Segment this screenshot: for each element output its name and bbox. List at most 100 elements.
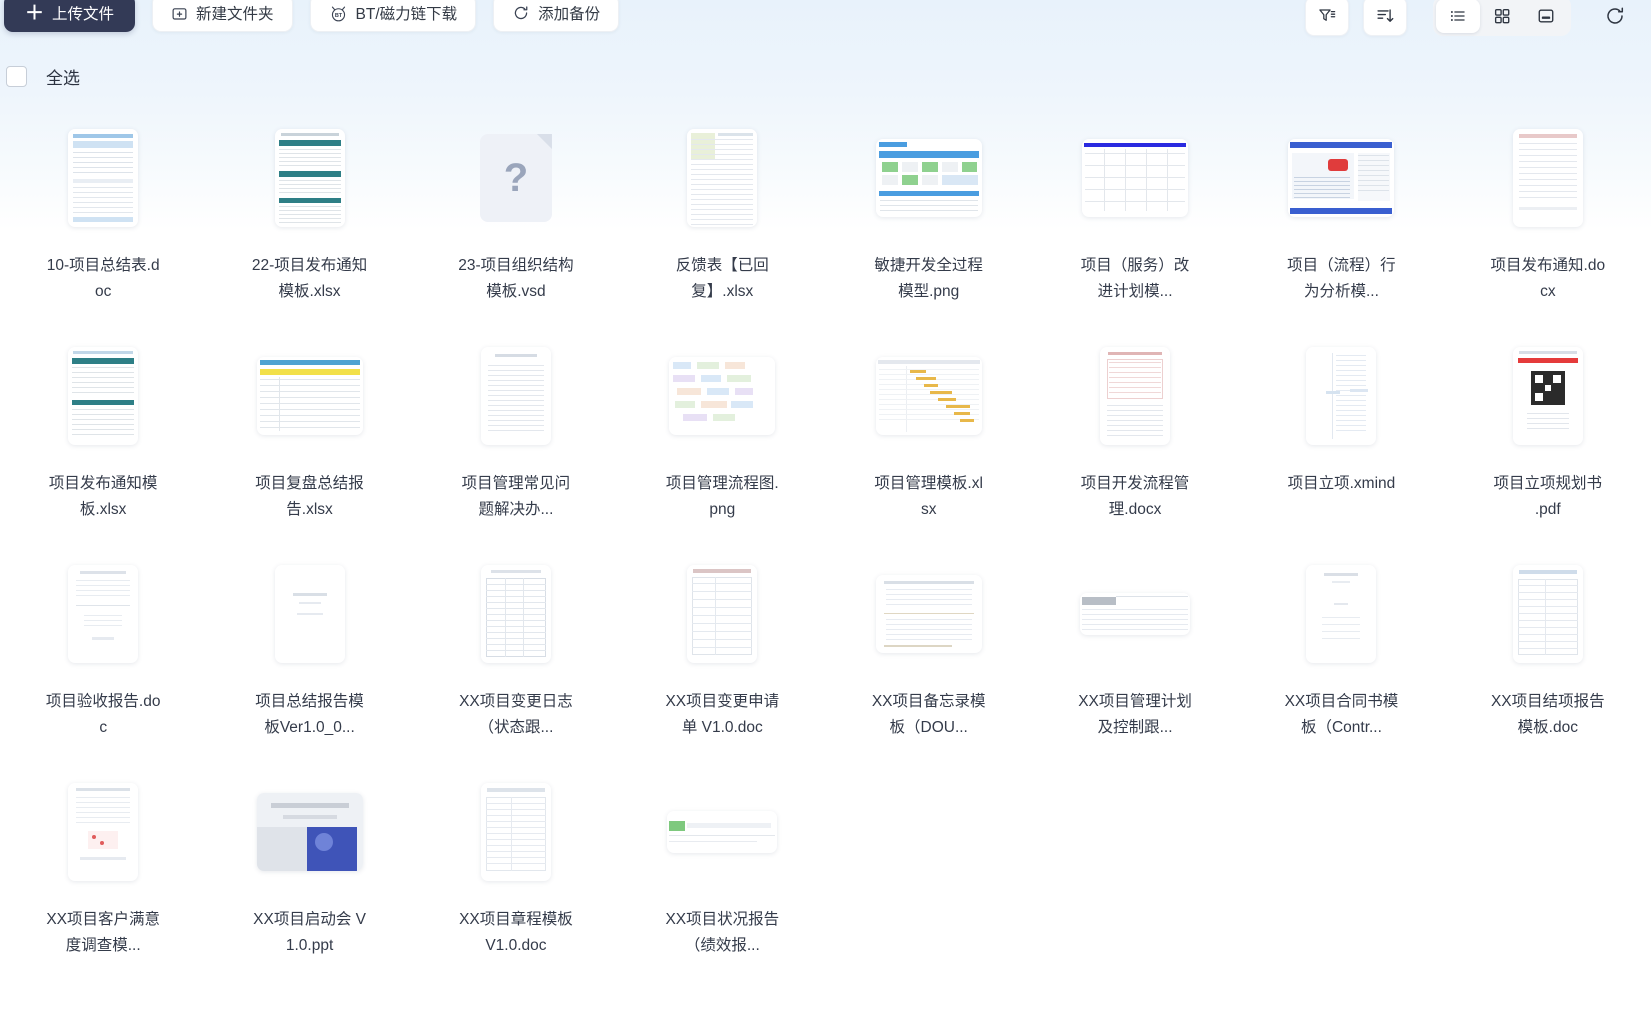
file-item[interactable]: XX项目备忘录模板（DOU... bbox=[826, 554, 1032, 772]
refresh-icon bbox=[1604, 5, 1626, 27]
bt-magnet-download-label: BT/磁力链下载 bbox=[355, 6, 458, 23]
file-thumbnail bbox=[1306, 347, 1377, 445]
file-thumbnail-wrap bbox=[619, 556, 825, 672]
file-item[interactable]: XX项目客户满意度调查模... bbox=[0, 772, 206, 990]
file-thumbnail bbox=[1080, 593, 1191, 635]
file-item[interactable]: XX项目结项报告模板.doc bbox=[1445, 554, 1651, 772]
file-item[interactable]: 项目立项规划书 .pdf bbox=[1445, 336, 1651, 554]
file-thumbnail bbox=[256, 357, 363, 435]
file-item[interactable]: 项目管理常见问题解决办... bbox=[413, 336, 619, 554]
file-item[interactable]: 项目开发流程管理.docx bbox=[1032, 336, 1238, 554]
file-thumbnail-wrap bbox=[1238, 556, 1444, 672]
add-backup-button[interactable]: 添加备份 bbox=[493, 0, 620, 32]
plus-icon: ＋ bbox=[25, 2, 45, 24]
file-name-label: 项目复盘总结报告.xlsx bbox=[255, 475, 364, 518]
file-thumbnail-wrap bbox=[826, 338, 1032, 454]
file-item[interactable]: 项目发布通知模板.xlsx bbox=[0, 336, 206, 554]
select-all-row[interactable]: 全选 bbox=[6, 64, 80, 89]
list-view-button[interactable] bbox=[1436, 0, 1480, 33]
file-name-label: XX项目变更申请单 V1.0.doc bbox=[665, 693, 780, 736]
grid-view-button[interactable] bbox=[1480, 0, 1524, 33]
file-thumbnail bbox=[1288, 139, 1395, 217]
file-item[interactable]: 22-项目发布通知模板.xlsx bbox=[206, 118, 412, 336]
filter-icon bbox=[1317, 6, 1337, 26]
bt-magnet-download-button[interactable]: BT BT/磁力链下载 bbox=[309, 0, 477, 32]
file-grid: 10-项目总结表.doc 22-项目发布通知模板.xlsx ? 23-项目组织结构模板… bbox=[0, 118, 1651, 990]
file-thumbnail-wrap bbox=[826, 120, 1032, 236]
file-thumbnail-wrap bbox=[0, 120, 206, 236]
file-manager-page: ＋ 上传文件 新建文件夹 BT BT/磁力链下载 添加备份 全选 10-项目总结… bbox=[0, 0, 1651, 1027]
file-thumbnail-wrap bbox=[0, 338, 206, 454]
file-item[interactable]: XX项目变更日志（状态跟... bbox=[413, 554, 619, 772]
detail-view-button[interactable] bbox=[1524, 0, 1568, 33]
view-mode-switch bbox=[1433, 0, 1571, 36]
grid-view-icon bbox=[1492, 6, 1512, 26]
file-name-label: 10-项目总结表.doc bbox=[46, 257, 160, 300]
file-name-label: XX项目变更日志（状态跟... bbox=[459, 693, 573, 736]
file-item[interactable]: XX项目变更申请单 V1.0.doc bbox=[619, 554, 825, 772]
file-thumbnail-wrap bbox=[619, 338, 825, 454]
file-thumbnail bbox=[1100, 347, 1171, 445]
file-item[interactable]: 项目发布通知.docx bbox=[1445, 118, 1651, 336]
folder-plus-icon bbox=[171, 5, 188, 22]
file-thumbnail-wrap bbox=[206, 556, 412, 672]
file-thumbnail-wrap bbox=[206, 774, 412, 890]
refresh-button[interactable] bbox=[1593, 0, 1637, 36]
file-thumbnail-wrap bbox=[1445, 120, 1651, 236]
file-thumbnail-wrap bbox=[206, 120, 412, 236]
file-thumbnail-wrap bbox=[1445, 338, 1651, 454]
backup-refresh-icon bbox=[512, 4, 530, 22]
toolbar-left-actions: ＋ 上传文件 新建文件夹 BT BT/磁力链下载 添加备份 bbox=[0, 0, 620, 32]
new-folder-button[interactable]: 新建文件夹 bbox=[152, 0, 293, 32]
file-name-label: 23-项目组织结构模板.vsd bbox=[458, 257, 574, 300]
list-view-icon bbox=[1448, 6, 1468, 26]
file-name-label: 敏捷开发全过程模型.png bbox=[874, 257, 983, 300]
file-name-label: XX项目备忘录模板（DOU... bbox=[871, 693, 986, 736]
upload-file-button[interactable]: ＋ 上传文件 bbox=[4, 0, 136, 32]
file-thumbnail-wrap bbox=[1032, 120, 1238, 236]
file-item[interactable]: 敏捷开发全过程模型.png bbox=[826, 118, 1032, 336]
file-item[interactable]: 反馈表【已回复】.xlsx bbox=[619, 118, 825, 336]
file-thumbnail bbox=[256, 793, 363, 871]
bt-magnet-icon: BT bbox=[329, 4, 348, 23]
file-name-label: 22-项目发布通知模板.xlsx bbox=[251, 257, 368, 300]
file-item[interactable]: XX项目章程模板 V1.0.doc bbox=[413, 772, 619, 990]
file-item[interactable]: XX项目状况报告（绩效报... bbox=[619, 772, 825, 990]
file-item[interactable]: XX项目合同书模板（Contr... bbox=[1238, 554, 1444, 772]
file-thumbnail bbox=[687, 565, 758, 663]
file-name-label: 项目（流程）行为分析模... bbox=[1287, 257, 1396, 300]
file-thumbnail-wrap bbox=[1032, 338, 1238, 454]
file-item[interactable]: 项目立项.xmind bbox=[1238, 336, 1444, 554]
select-all-checkbox[interactable] bbox=[6, 66, 27, 87]
file-thumbnail-wrap bbox=[826, 556, 1032, 672]
file-item[interactable]: 项目（服务）改进计划模... bbox=[1032, 118, 1238, 336]
file-item[interactable]: 项目管理模板.xlsx bbox=[826, 336, 1032, 554]
file-thumbnail-wrap bbox=[1032, 556, 1238, 672]
file-item[interactable]: XX项目启动会 V1.0.ppt bbox=[206, 772, 412, 990]
file-item[interactable]: 项目（流程）行为分析模... bbox=[1238, 118, 1444, 336]
sort-button[interactable] bbox=[1363, 0, 1407, 36]
file-item[interactable]: ? 23-项目组织结构模板.vsd bbox=[413, 118, 619, 336]
file-item[interactable]: XX项目管理计划及控制跟... bbox=[1032, 554, 1238, 772]
file-thumbnail-wrap bbox=[1238, 338, 1444, 454]
file-thumbnail-wrap bbox=[0, 774, 206, 890]
file-item[interactable]: 项目总结报告模板Ver1.0_0... bbox=[206, 554, 412, 772]
filter-button[interactable] bbox=[1305, 0, 1349, 36]
file-item[interactable]: 项目管理流程图.png bbox=[619, 336, 825, 554]
file-name-label: 项目管理模板.xlsx bbox=[874, 475, 983, 518]
file-thumbnail bbox=[1306, 565, 1377, 663]
file-item[interactable]: 项目验收报告.doc bbox=[0, 554, 206, 772]
file-thumbnail bbox=[68, 347, 139, 445]
file-name-label: 项目立项.xmind bbox=[1287, 475, 1396, 492]
file-thumbnail bbox=[875, 575, 982, 653]
file-thumbnail bbox=[669, 357, 776, 435]
file-item[interactable]: 10-项目总结表.doc bbox=[0, 118, 206, 336]
file-thumbnail-wrap bbox=[413, 774, 619, 890]
file-thumbnail bbox=[667, 811, 778, 853]
file-name-label: XX项目状况报告（绩效报... bbox=[665, 911, 780, 954]
file-thumbnail-wrap bbox=[0, 556, 206, 672]
file-thumbnail-wrap bbox=[413, 338, 619, 454]
sort-descending-icon bbox=[1375, 6, 1395, 26]
file-item[interactable]: 项目复盘总结报告.xlsx bbox=[206, 336, 412, 554]
file-thumbnail bbox=[1512, 347, 1583, 445]
